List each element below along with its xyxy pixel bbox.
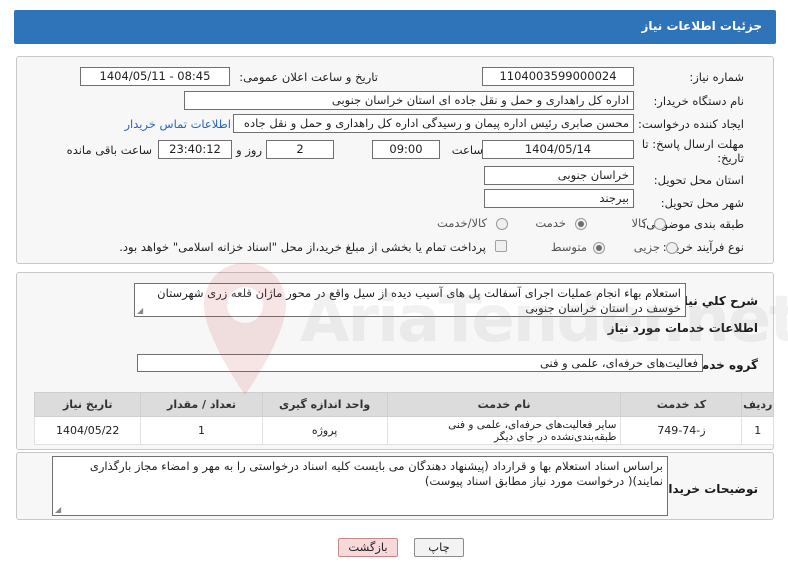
service-group-field: فعالیت‌های حرفه‌ای، علمی و فنی: [137, 354, 703, 372]
province-label: استان محل تحویل:: [653, 173, 744, 187]
deadline-date-field: 1404/05/14: [482, 140, 634, 159]
category-service-radio[interactable]: [575, 218, 587, 230]
col-quantity: تعداد / مقدار: [140, 392, 263, 417]
category-service-label: خدمت: [535, 216, 566, 230]
process-medium-radio[interactable]: [593, 242, 605, 254]
process-minor-radio[interactable]: [666, 242, 678, 254]
treasury-payment-note: پرداخت تمام یا بخشی از مبلغ خرید،از محل …: [119, 240, 486, 254]
cell-need-date: 1404/05/22: [33, 416, 142, 445]
category-goods-service-radio[interactable]: [496, 218, 508, 230]
city-field: بیرجند: [484, 189, 634, 208]
table-row: 1 ز-74-749 سایر فعالیت‌های حرفه‌ای، علمی…: [33, 416, 774, 445]
resize-handle-icon[interactable]: ◢: [55, 506, 61, 514]
back-button[interactable]: بازگشت: [338, 538, 398, 557]
category-goods-service-label: کالا/خدمت: [436, 216, 487, 230]
city-label: شهر محل تحویل:: [660, 196, 744, 210]
announce-date-field: 1404/05/11 - 08:45: [80, 67, 230, 86]
province-field: خراسان جنوبی: [484, 166, 634, 185]
treasury-payment-checkbox[interactable]: [495, 240, 507, 252]
need-number-label: شماره نیاز:: [689, 70, 744, 84]
buyer-contact-link[interactable]: اطلاعات تماس خریدار: [124, 117, 231, 131]
col-need-date: تاریخ نیاز: [33, 392, 142, 417]
creator-label: ایجاد کننده درخواست:: [638, 117, 744, 131]
cell-unit: پروژه: [261, 416, 388, 445]
services-table: ردیف کد خدمت نام خدمت واحد اندازه گیری ت…: [33, 392, 774, 445]
services-section-title: اطلاعات خدمات مورد نیاز: [607, 321, 758, 335]
col-row: ردیف: [741, 392, 774, 417]
print-button[interactable]: چاپ: [414, 538, 464, 557]
resize-handle-icon[interactable]: ◢: [137, 307, 143, 315]
need-info-panel: [16, 56, 774, 264]
process-minor-label: جزیی: [633, 240, 660, 254]
remaining-time-field: 23:40:12: [158, 140, 232, 159]
deadline-time-field: 09:00: [372, 140, 440, 159]
remaining-time-label: ساعت باقی مانده: [66, 143, 152, 157]
deadline-date-suffix-label: تاریخ:: [717, 151, 744, 165]
col-service-code: کد خدمت: [620, 392, 743, 417]
buyer-notes-textarea[interactable]: براساس اسناد استعلام بها و قرارداد (پیشن…: [52, 456, 668, 516]
description-text: استعلام بهاء انجام عملیات اجرای آسفالت پ…: [157, 286, 681, 315]
deadline-label: مهلت ارسال پاسخ: تا: [641, 137, 744, 151]
col-service-name: نام خدمت: [386, 392, 622, 417]
category-goods-radio[interactable]: [654, 218, 666, 230]
announce-date-label: تاریخ و ساعت اعلان عمومی:: [239, 70, 378, 84]
buyer-notes-label: توضیحات خریدار:: [656, 482, 758, 496]
buyer-org-label: نام دستگاه خریدار:: [653, 94, 744, 108]
deadline-time-label: ساعت: [451, 143, 483, 157]
days-label: روز و: [236, 143, 262, 157]
buyer-org-field: اداره کل راهداری و حمل و نقل جاده ای است…: [184, 91, 634, 110]
page-title: جزئیات اطلاعات نیاز: [641, 19, 762, 33]
category-goods-label: کالا: [631, 216, 647, 230]
need-number-field: 1104003599000024: [482, 67, 634, 86]
cell-service-code: ز-74-749: [620, 416, 743, 445]
cell-service-name: سایر فعالیت‌های حرفه‌ای، علمی و فنی طبقه…: [386, 416, 622, 445]
description-textarea[interactable]: استعلام بهاء انجام عملیات اجرای آسفالت پ…: [134, 283, 686, 317]
process-medium-label: متوسط: [550, 240, 587, 254]
cell-quantity: 1: [140, 416, 263, 445]
cell-row: 1: [741, 416, 774, 445]
remaining-days-field: 2: [266, 140, 334, 159]
creator-field: محسن صابری رئیس اداره پیمان و رسیدگی ادا…: [233, 114, 634, 133]
col-unit: واحد اندازه گیری: [261, 392, 388, 417]
buyer-notes-text: براساس اسناد استعلام بها و قرارداد (پیشن…: [89, 459, 663, 488]
